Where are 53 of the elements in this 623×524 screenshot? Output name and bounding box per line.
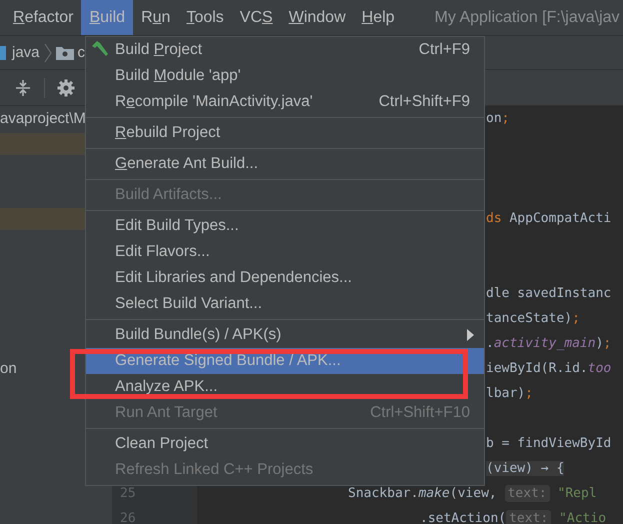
menu-item[interactable]: Clean Project <box>86 431 484 457</box>
menu-item[interactable]: Rebuild Project <box>86 120 484 146</box>
menu-bar-item[interactable]: Tools <box>178 0 232 35</box>
code-text: b = findViewById <box>486 436 612 451</box>
tree-item[interactable]: avaproject\M <box>0 110 86 127</box>
code-text: (view, <box>450 486 498 501</box>
menu-item[interactable]: Analyze APK... <box>86 374 484 400</box>
menu-bar-item[interactable]: Window <box>280 0 354 35</box>
code-text: iewById(R.id. <box>486 361 588 376</box>
menu-bar-item[interactable]: VCS <box>232 0 281 35</box>
collapse-icon[interactable] <box>14 78 32 96</box>
code-text: make <box>418 486 450 501</box>
code-text: Snackbar. <box>348 486 418 501</box>
menu-item[interactable]: Edit Libraries and Dependencies... <box>86 265 484 291</box>
code-text: "Repl <box>556 486 597 501</box>
code-text: too <box>588 361 612 376</box>
submenu-arrow-icon <box>467 329 474 341</box>
code-text: dle savedInstanc <box>486 286 612 301</box>
chevron-icon <box>44 42 52 62</box>
breadcrumb[interactable]: java <box>12 44 40 61</box>
code-text: ; <box>525 386 533 401</box>
code-text: on <box>486 111 502 126</box>
menu-item[interactable]: Generate Ant Build... <box>86 151 484 177</box>
code-text: activity_main <box>494 336 596 351</box>
code-text: AppCompatActi <box>508 211 612 226</box>
code-text: tanceState) <box>486 311 572 326</box>
code-text: .setAction( <box>420 511 506 524</box>
hammer-icon <box>91 41 109 57</box>
menu-item[interactable]: Recompile 'MainActivity.java' Ctrl+Shift+F9 <box>86 89 484 115</box>
code-text: . <box>486 336 494 351</box>
code-text: (view) → { <box>486 461 564 476</box>
window-title: My Application [F:\java\jav <box>434 8 620 26</box>
code-text: ; <box>603 336 612 351</box>
tree-item[interactable]: on <box>0 360 17 377</box>
menu-bar-item[interactable]: Refactor <box>5 0 82 35</box>
menu-bar-item[interactable]: Run <box>133 0 178 35</box>
menu-item[interactable]: Select Build Variant... <box>86 291 484 317</box>
menu-item[interactable]: Build Project Ctrl+F9 <box>86 37 484 63</box>
menu-item[interactable]: Edit Flavors... <box>86 239 484 265</box>
code-text: ; <box>502 111 510 126</box>
menu-item[interactable]: Build Module 'app' <box>86 63 484 89</box>
parameter-hint: text: <box>504 485 550 502</box>
settings-icon[interactable] <box>57 78 75 96</box>
code-text: lbar) <box>486 386 526 401</box>
menu-item[interactable]: Build Bundle(s) / APK(s) <box>86 322 484 348</box>
code-text: ) <box>596 336 604 351</box>
code-text: "Actio <box>558 511 606 524</box>
menu-item[interactable]: Edit Build Types... <box>86 213 484 239</box>
code-text: ; <box>572 311 580 326</box>
parameter-hint: text: <box>506 510 552 524</box>
breadcrumb[interactable]: c <box>78 44 86 61</box>
code-text: ds <box>486 211 502 226</box>
menu-bar-item[interactable]: Help <box>354 0 403 35</box>
